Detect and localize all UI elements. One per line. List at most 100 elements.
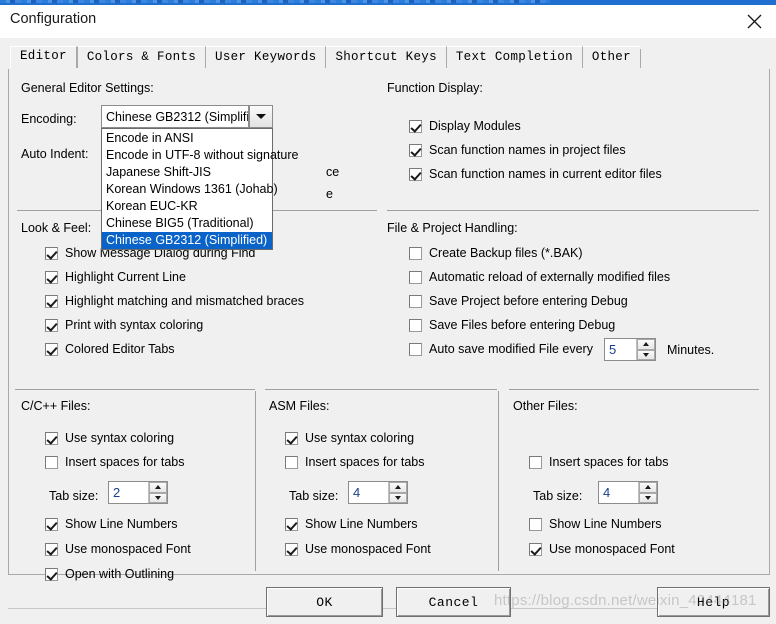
auto-save-interval-increment-button[interactable]: [637, 339, 655, 350]
encoding-label: Encoding:: [21, 112, 77, 126]
tab-text-completion-label: Text Completion: [455, 50, 573, 64]
checkbox-asm-monospaced-font-label: Use monospaced Font: [305, 542, 431, 556]
tab-shortcut-keys-label: Shortcut Keys: [335, 50, 437, 64]
tab-shortcut-keys[interactable]: Shortcut Keys: [325, 46, 446, 68]
encoding-option-shift-jis[interactable]: Japanese Shift-JIS: [102, 164, 272, 181]
encoding-option-euc-kr[interactable]: Korean EUC-KR: [102, 198, 272, 215]
triangle-up-icon: [155, 485, 161, 490]
separator-vertical-left: [255, 391, 256, 571]
c-tab-size-spinner[interactable]: 2: [108, 481, 168, 504]
c-tab-size-label: Tab size:: [49, 489, 99, 503]
checkbox-create-backup-files-label: Create Backup files (*.BAK): [429, 246, 583, 260]
encoding-option-johab[interactable]: Korean Windows 1361 (Johab): [102, 181, 278, 198]
checkbox-print-syntax-coloring[interactable]: Print with syntax coloring: [45, 318, 203, 332]
checkbox-scan-project-files-box: [409, 143, 422, 157]
checkbox-asm-use-syntax-coloring-box: [285, 431, 298, 445]
auto-save-interval-decrement-button[interactable]: [637, 349, 655, 360]
close-button[interactable]: [732, 5, 776, 38]
checkbox-automatic-reload[interactable]: Automatic reload of externally modified …: [409, 270, 670, 284]
other-tab-size-value[interactable]: 4: [599, 482, 638, 503]
checkbox-save-files-before-debug-box: [409, 318, 422, 332]
checkbox-auto-save-modified-file-label: Auto save modified File every: [429, 342, 593, 356]
obscured-option-fragment-2: e: [326, 187, 333, 201]
checkbox-asm-insert-spaces[interactable]: Insert spaces for tabs: [285, 455, 425, 469]
tab-editor-label: Editor: [20, 49, 67, 63]
triangle-up-icon: [395, 485, 401, 490]
checkbox-c-use-syntax-coloring[interactable]: Use syntax coloring: [45, 431, 174, 445]
checkbox-print-syntax-coloring-box: [45, 318, 58, 332]
encoding-option-big5[interactable]: Chinese BIG5 (Traditional): [102, 215, 272, 232]
checkbox-asm-show-line-numbers[interactable]: Show Line Numbers: [285, 517, 418, 531]
checkbox-other-insert-spaces[interactable]: Insert spaces for tabs: [529, 455, 669, 469]
encoding-option-utf8[interactable]: Encode in UTF-8 without signature: [102, 147, 298, 164]
checkbox-save-files-before-debug-label: Save Files before entering Debug: [429, 318, 616, 332]
checkbox-c-show-line-numbers[interactable]: Show Line Numbers: [45, 517, 178, 531]
checkbox-highlight-braces-label: Highlight matching and mismatched braces: [65, 294, 305, 308]
triangle-down-icon: [395, 495, 401, 500]
checkbox-c-insert-spaces[interactable]: Insert spaces for tabs: [45, 455, 185, 469]
other-tab-size-spinner[interactable]: 4: [598, 481, 658, 504]
checkbox-other-monospaced-font[interactable]: Use monospaced Font: [529, 542, 675, 556]
checkbox-scan-project-files-label: Scan function names in project files: [429, 143, 626, 157]
encoding-dropdown-list[interactable]: Encode in ANSI Encode in UTF-8 without s…: [101, 128, 298, 250]
other-tab-size-increment-button[interactable]: [639, 482, 657, 493]
other-tab-size-decrement-button[interactable]: [639, 492, 657, 503]
configuration-dialog-body: Editor Colors & Fonts User Keywords Shor…: [0, 38, 776, 624]
auto-save-interval-spinner[interactable]: 5: [604, 338, 656, 361]
checkbox-colored-editor-tabs-box: [45, 342, 58, 356]
asm-tab-size-spinner[interactable]: 4: [348, 481, 408, 504]
c-tab-size-increment-button[interactable]: [149, 482, 167, 493]
checkbox-scan-editor-files-label: Scan function names in current editor fi…: [429, 167, 662, 181]
checkbox-highlight-current-line[interactable]: Highlight Current Line: [45, 270, 186, 284]
checkbox-create-backup-files[interactable]: Create Backup files (*.BAK): [409, 246, 583, 260]
other-tab-size-label: Tab size:: [533, 489, 583, 503]
tab-user-keywords[interactable]: User Keywords: [205, 46, 326, 68]
tab-other[interactable]: Other: [581, 46, 640, 68]
checkbox-c-open-with-outlining[interactable]: Open with Outlining: [45, 567, 174, 581]
tab-editor[interactable]: Editor: [10, 46, 77, 68]
asm-tab-size-increment-button[interactable]: [389, 482, 407, 493]
checkbox-highlight-braces-box: [45, 294, 58, 308]
checkbox-display-modules-label: Display Modules: [429, 119, 521, 133]
encoding-combobox[interactable]: Chinese GB2312 (Simplified): [101, 105, 249, 128]
checkbox-auto-save-modified-file[interactable]: Auto save modified File every: [409, 342, 593, 356]
checkbox-colored-editor-tabs[interactable]: Colored Editor Tabs: [45, 342, 175, 356]
checkbox-c-use-syntax-coloring-box: [45, 431, 58, 445]
encoding-option-gb2312[interactable]: Chinese GB2312 (Simplified): [102, 232, 272, 249]
checkbox-automatic-reload-label: Automatic reload of externally modified …: [429, 270, 671, 284]
tab-colors-and-fonts-label: Colors & Fonts: [86, 50, 197, 64]
editor-tab-panel: General Editor Settings: Encoding: Auto …: [8, 69, 770, 581]
encoding-combobox-dropdown-button[interactable]: [249, 105, 273, 128]
c-tab-size-decrement-button[interactable]: [149, 492, 167, 503]
tab-text-completion[interactable]: Text Completion: [445, 46, 582, 68]
checkbox-highlight-braces[interactable]: Highlight matching and mismatched braces: [45, 294, 304, 308]
auto-save-interval-value[interactable]: 5: [605, 339, 636, 360]
checkbox-c-monospaced-font-label: Use monospaced Font: [65, 542, 191, 556]
checkbox-scan-editor-files[interactable]: Scan function names in current editor fi…: [409, 167, 662, 181]
cancel-button[interactable]: Cancel: [396, 587, 511, 617]
checkbox-c-use-syntax-coloring-label: Use syntax coloring: [65, 431, 175, 445]
help-button[interactable]: Help: [657, 587, 770, 617]
encoding-option-ansi[interactable]: Encode in ANSI: [102, 130, 272, 147]
checkbox-display-modules[interactable]: Display Modules: [409, 119, 521, 133]
checkbox-scan-project-files[interactable]: Scan function names in project files: [409, 143, 626, 157]
asm-tab-size-value[interactable]: 4: [349, 482, 388, 503]
asm-tab-size-decrement-button[interactable]: [389, 492, 407, 503]
checkbox-save-files-before-debug[interactable]: Save Files before entering Debug: [409, 318, 615, 332]
checkbox-save-project-before-debug-label: Save Project before entering Debug: [429, 294, 628, 308]
title-bar: Configuration: [0, 5, 776, 39]
accent-strip-pattern: [0, 0, 550, 3]
checkbox-other-show-line-numbers[interactable]: Show Line Numbers: [529, 517, 662, 531]
separator-c-files: [15, 389, 255, 390]
c-tab-size-value[interactable]: 2: [109, 482, 148, 503]
ok-button[interactable]: OK: [266, 587, 383, 617]
checkbox-c-monospaced-font[interactable]: Use monospaced Font: [45, 542, 191, 556]
checkbox-show-message-dialog-box: [45, 246, 58, 260]
checkbox-c-open-with-outlining-box: [45, 567, 58, 581]
checkbox-asm-use-syntax-coloring[interactable]: Use syntax coloring: [285, 431, 414, 445]
checkbox-automatic-reload-box: [409, 270, 422, 284]
checkbox-asm-monospaced-font[interactable]: Use monospaced Font: [285, 542, 431, 556]
tab-colors-and-fonts[interactable]: Colors & Fonts: [76, 46, 206, 68]
checkbox-save-project-before-debug[interactable]: Save Project before entering Debug: [409, 294, 628, 308]
checkbox-c-show-line-numbers-label: Show Line Numbers: [65, 517, 178, 531]
